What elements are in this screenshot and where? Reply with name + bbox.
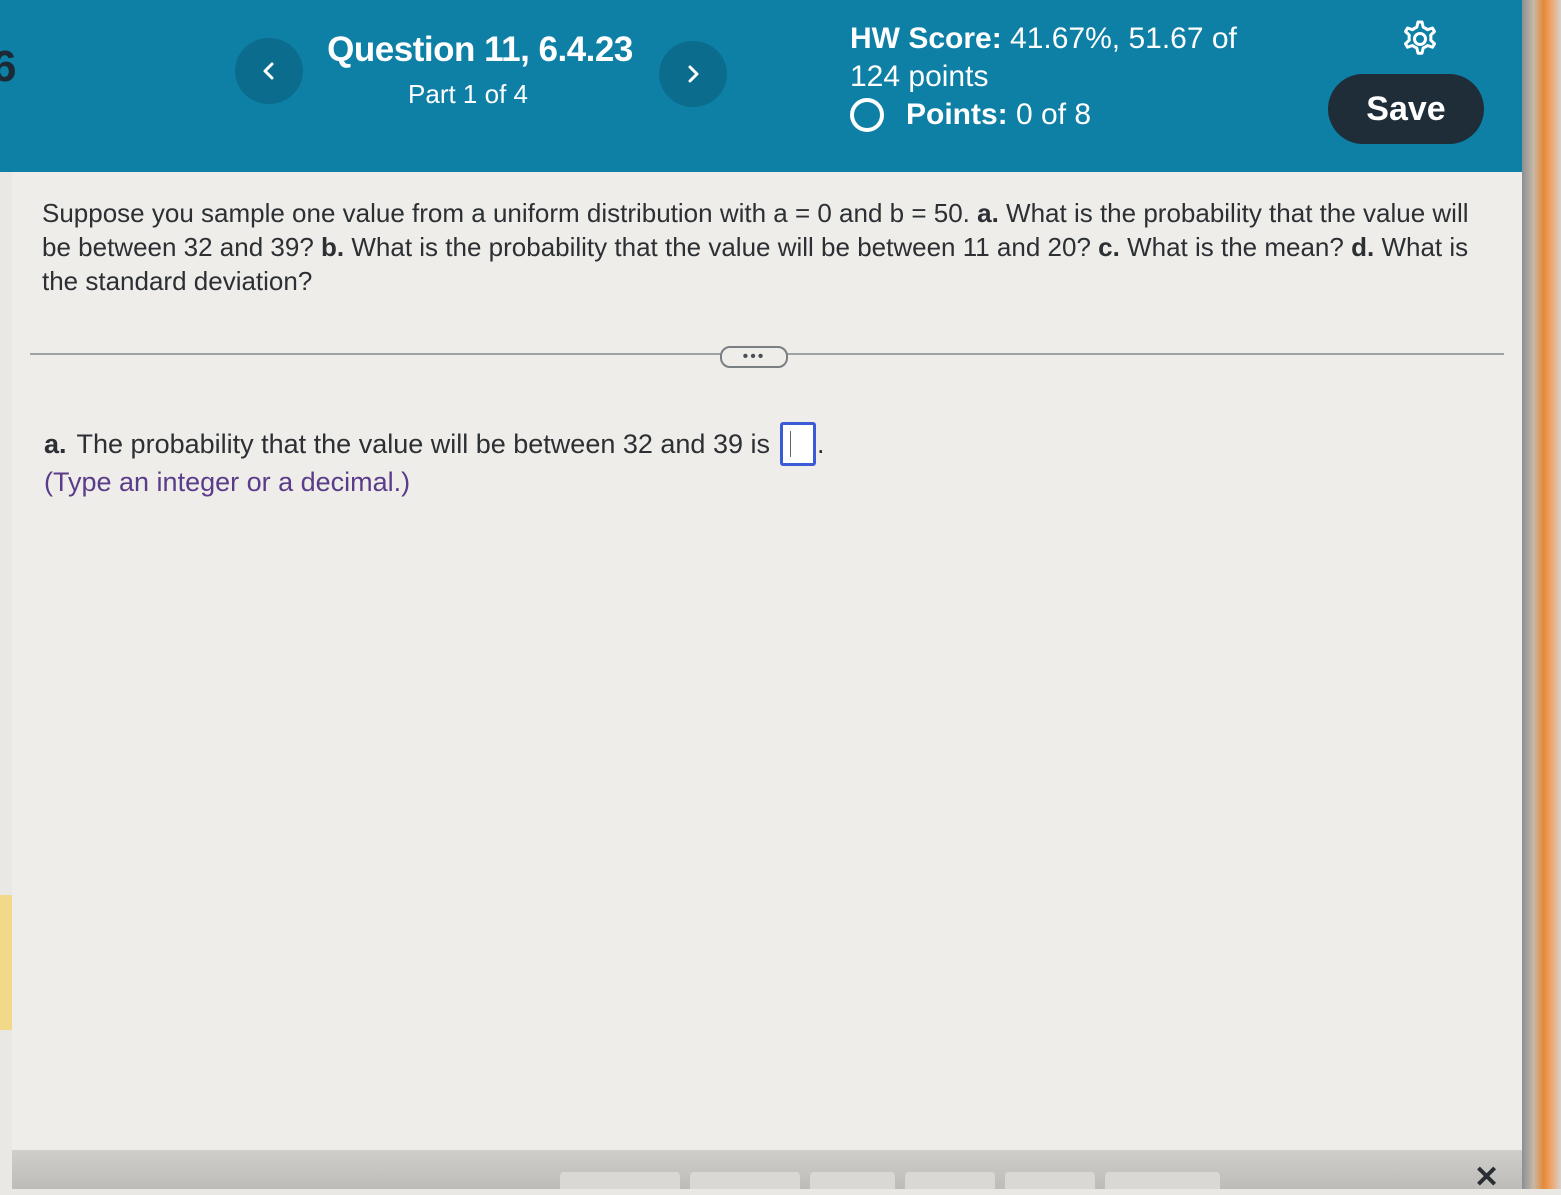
chevron-left-icon [263,62,274,80]
screen-bezel [1522,0,1561,1189]
part-d-label: d. [1351,232,1375,262]
part-b-label: b. [321,232,345,262]
points-label: Points: [906,98,1008,131]
close-icon[interactable]: ✕ [1474,1160,1499,1195]
question-content-area [12,172,1522,1189]
answer-hint: (Type an integer or a decimal.) [44,467,411,497]
answer-input[interactable] [779,422,816,466]
chevron-right-icon [688,65,699,83]
question-title: Question 11, 6.4.23 [327,30,633,69]
expand-question-button[interactable]: ••• [720,346,788,368]
answer-prompt: The probability that the value will be b… [76,428,770,459]
points-status-circle-icon [850,98,884,132]
question-points: Points: 0 of 8 [850,96,1091,134]
previous-question-button[interactable] [235,38,303,104]
hw-score-label: HW Score: [850,22,1002,55]
toolbar-tab-stub [810,1172,895,1189]
question-intro: Suppose you sample one value from a unif… [42,198,970,228]
save-button[interactable]: Save [1328,74,1484,144]
part-a-label: a. [977,198,999,228]
question-text: Suppose you sample one value from a unif… [42,196,1492,298]
hw-score: HW Score: 41.67%, 51.67 of 124 points [850,20,1270,96]
edge-partial-text: 6 [0,42,17,91]
part-c-label: c. [1098,232,1120,262]
screen-edge-strip [0,895,12,1030]
toolbar-tab-stub [905,1172,995,1189]
question-header: 6 Question 11, 6.4.23 Part 1 of 4 HW Sco… [0,0,1522,172]
toolbar-tab-stub [1105,1172,1220,1189]
points-value: 0 of 8 [1016,98,1092,131]
toolbar-tab-stub [690,1172,800,1189]
next-question-button[interactable] [659,41,727,107]
settings-button[interactable] [1398,18,1442,62]
part-b-text: What is the probability that the value w… [351,232,1091,262]
toolbar-tab-stub [560,1172,680,1189]
answer-part-label: a. [44,428,67,459]
part-c-text: What is the mean? [1127,232,1344,262]
gear-icon [1404,20,1436,55]
question-part: Part 1 of 4 [408,79,528,109]
answer-suffix: . [816,428,825,459]
answer-part-a: a. The probability that the value will b… [44,422,825,466]
toolbar-tab-stub [1005,1172,1095,1189]
